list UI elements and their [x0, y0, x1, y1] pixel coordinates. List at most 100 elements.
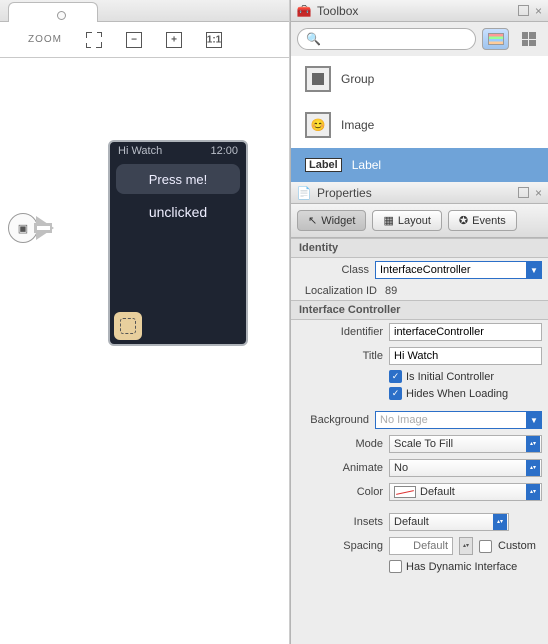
fullscreen-icon[interactable]	[86, 32, 102, 48]
design-canvas-pane: ZOOM − + 1:1 ▣ Hi Watch 12:00 Press me! …	[0, 0, 290, 644]
insets-label: Insets	[297, 516, 383, 528]
class-label: Class	[297, 264, 369, 276]
background-combo[interactable]: ▼	[375, 411, 542, 429]
is-initial-label: Is Initial Controller	[406, 371, 494, 383]
row-class: Class ▼	[291, 258, 548, 282]
close-button[interactable]: ×	[535, 186, 542, 200]
custom-checkbox[interactable]	[479, 540, 492, 553]
image-icon: 😊	[305, 112, 331, 138]
minimize-button[interactable]	[518, 5, 529, 16]
watch-button[interactable]: Press me!	[116, 164, 240, 194]
zoom-reset-icon[interactable]: 1:1	[206, 32, 222, 48]
cursor-icon: ↖	[308, 214, 317, 227]
browser-tab-bar	[0, 0, 289, 22]
updown-icon: ▴▾	[526, 484, 540, 500]
background-label: Background	[297, 414, 369, 426]
category-icon	[488, 33, 504, 45]
dynamic-label: Has Dynamic Interface	[406, 561, 517, 573]
watch-label[interactable]: unclicked	[110, 198, 246, 220]
properties-body: Identity Class ▼ Localization ID 89 Inte…	[291, 238, 548, 644]
tab-favicon-placeholder	[57, 11, 66, 20]
hides-label: Hides When Loading	[406, 388, 508, 400]
minimize-button[interactable]	[518, 187, 529, 198]
tab-events[interactable]: ✪Events	[448, 210, 517, 231]
toolbox-item-group[interactable]: Group	[291, 56, 548, 102]
layout-icon: ▦	[383, 214, 393, 227]
animate-select[interactable]: No▴▾	[389, 459, 542, 477]
view-mode-category-button[interactable]	[482, 28, 509, 50]
row-spacing: Spacing ▴▾ Custom	[291, 534, 548, 558]
color-select[interactable]: Default▴▾	[389, 483, 542, 501]
toolbox-title: Toolbox	[317, 4, 512, 18]
zoom-in-icon[interactable]: +	[166, 32, 182, 48]
row-dynamic: Has Dynamic Interface	[291, 558, 548, 575]
properties-title: Properties	[317, 186, 512, 200]
tab-layout[interactable]: ▦Layout	[372, 210, 441, 231]
row-is-initial: ✓ Is Initial Controller	[291, 368, 548, 385]
toolbox-item-list: Group 😊 Image Label Label	[291, 56, 548, 182]
title-input[interactable]	[389, 347, 542, 365]
background-input[interactable]	[375, 411, 526, 429]
watch-title: Hi Watch	[118, 145, 162, 157]
chevron-down-icon[interactable]: ▼	[526, 411, 542, 429]
tab-widget[interactable]: ↖Widget	[297, 210, 366, 231]
title-label: Title	[297, 350, 383, 362]
section-identity: Identity	[291, 238, 548, 258]
row-insets: Insets Default▴▾	[291, 510, 548, 534]
search-text-input[interactable]	[325, 33, 467, 45]
color-swatch-icon	[394, 486, 416, 498]
spacing-label: Spacing	[297, 540, 383, 552]
animate-label: Animate	[297, 462, 383, 474]
toolbox-search-input[interactable]: 🔍	[297, 28, 476, 50]
watch-status-bar: Hi Watch 12:00	[110, 142, 246, 160]
toolbox-item-label: Group	[341, 72, 374, 86]
design-canvas[interactable]: ▣ Hi Watch 12:00 Press me! unclicked	[0, 58, 289, 644]
locid-label: Localization ID	[291, 285, 377, 297]
identifier-input[interactable]	[389, 323, 542, 341]
watch-time: 12:00	[210, 145, 238, 157]
watch-button-text: Press me!	[149, 172, 208, 187]
row-color: Color Default▴▾	[291, 480, 548, 504]
properties-icon: 📄	[297, 186, 311, 200]
canvas-toolbar: ZOOM − + 1:1	[0, 22, 289, 58]
spacing-stepper[interactable]: ▴▾	[459, 537, 473, 555]
entry-point-arrow[interactable]: ▣	[8, 213, 54, 243]
properties-tabs: ↖Widget ▦Layout ✪Events	[291, 204, 548, 238]
class-input[interactable]	[375, 261, 526, 279]
class-combo[interactable]: ▼	[375, 261, 542, 279]
identifier-label: Identifier	[297, 326, 383, 338]
label-icon: Label	[305, 158, 342, 172]
row-hides: ✓ Hides When Loading	[291, 385, 548, 402]
dynamic-checkbox[interactable]	[389, 560, 402, 573]
section-interface-controller: Interface Controller	[291, 300, 548, 320]
zoom-out-icon[interactable]: −	[126, 32, 142, 48]
watch-interface-preview[interactable]: Hi Watch 12:00 Press me! unclicked	[108, 140, 248, 346]
hides-checkbox[interactable]: ✓	[389, 387, 402, 400]
toolbox-item-label[interactable]: Label Label	[291, 148, 548, 182]
is-initial-checkbox[interactable]: ✓	[389, 370, 402, 383]
browser-tab[interactable]	[8, 2, 98, 22]
arrow-icon	[36, 216, 54, 240]
toolbox-item-label: Label	[352, 158, 381, 172]
grid-icon	[522, 32, 536, 46]
toolbox-item-image[interactable]: 😊 Image	[291, 102, 548, 148]
view-mode-grid-button[interactable]	[515, 28, 542, 50]
row-identifier: Identifier	[291, 320, 548, 344]
inspector-pane: 🧰 Toolbox × 🔍 Group 😊 Image Label Label …	[290, 0, 548, 644]
chevron-down-icon[interactable]: ▼	[526, 261, 542, 279]
close-button[interactable]: ×	[535, 4, 542, 18]
watch-footer-icon[interactable]	[114, 312, 142, 340]
group-icon	[305, 66, 331, 92]
events-icon: ✪	[459, 214, 468, 227]
spacing-input[interactable]	[389, 537, 453, 555]
toolbox-header: 🧰 Toolbox ×	[291, 0, 548, 22]
row-animate: Animate No▴▾	[291, 456, 548, 480]
mode-select[interactable]: Scale To Fill▴▾	[389, 435, 542, 453]
zoom-label: ZOOM	[28, 34, 62, 45]
insets-select[interactable]: Default▴▾	[389, 513, 509, 531]
updown-icon: ▴▾	[526, 436, 540, 452]
mode-label: Mode	[297, 438, 383, 450]
updown-icon: ▴▾	[493, 514, 507, 530]
row-localization-id: Localization ID 89	[291, 282, 548, 300]
updown-icon: ▴▾	[526, 460, 540, 476]
